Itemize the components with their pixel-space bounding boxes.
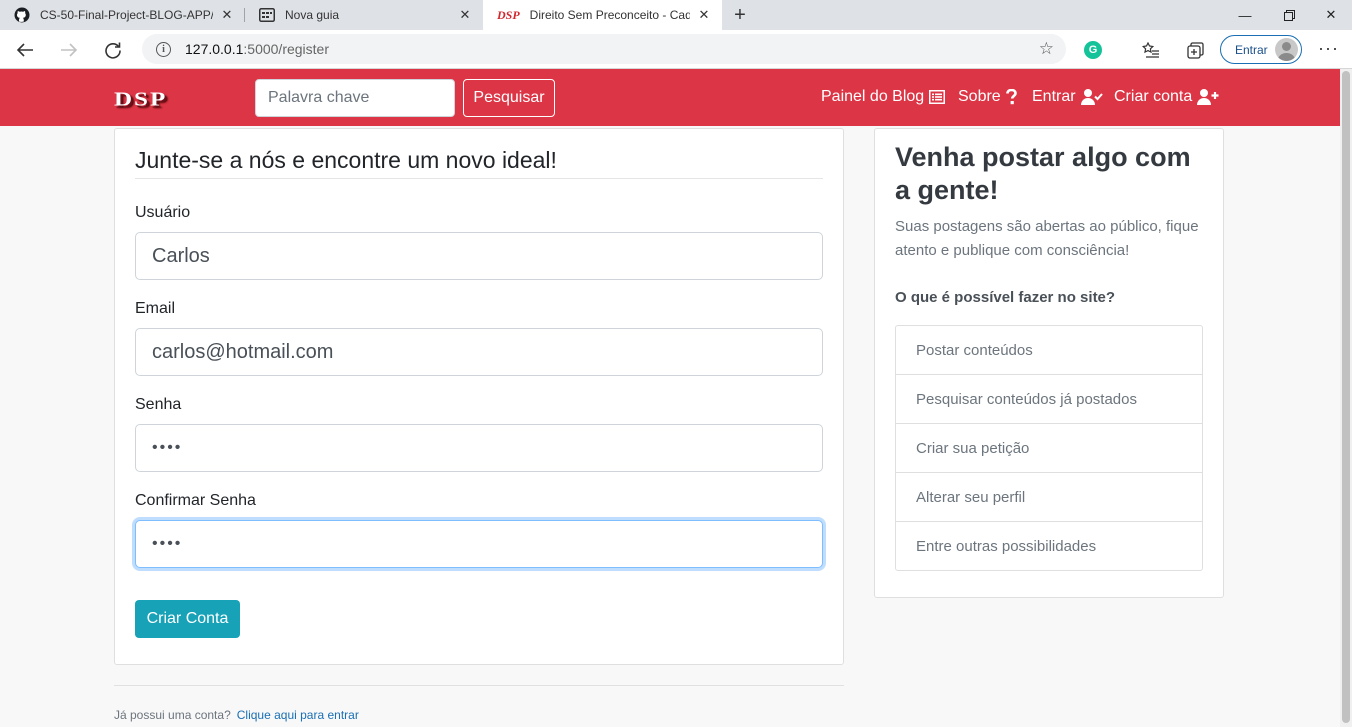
minimize-icon[interactable]: — bbox=[1222, 0, 1268, 30]
nav-blog-panel[interactable]: Painel do Blog bbox=[821, 88, 946, 106]
browser-tab[interactable]: Nova guia ✕ bbox=[245, 0, 483, 30]
favorite-star-icon[interactable]: ☆ bbox=[1039, 39, 1054, 59]
create-account-button[interactable]: Criar Conta bbox=[135, 600, 240, 638]
close-tab-icon[interactable]: ✕ bbox=[219, 7, 235, 23]
info-card: Venha postar algo com a gente! Suas post… bbox=[874, 128, 1224, 598]
list-item: Postar conteúdos bbox=[896, 326, 1202, 375]
nav-about[interactable]: Sobre bbox=[958, 88, 1017, 106]
form-legend: Junte-se a nós e encontre um novo ideal! bbox=[135, 147, 823, 179]
list-item: Alterar seu perfil bbox=[896, 473, 1202, 522]
list-item: Entre outras possibilidades bbox=[916, 537, 1097, 555]
login-link[interactable]: Clique aqui para entrar bbox=[237, 708, 359, 722]
new-tab-icon[interactable]: + bbox=[728, 3, 752, 27]
collections-icon[interactable] bbox=[1184, 39, 1206, 61]
login-prompt: Já possui uma conta? Clique aqui para ent… bbox=[114, 708, 359, 722]
search-input[interactable]: Palavra chave bbox=[255, 79, 455, 117]
user-plus-icon bbox=[1197, 89, 1219, 105]
site-navbar: DSP Palavra chave Pesquisar Painel do Bl… bbox=[0, 69, 1340, 126]
newtab-page-icon bbox=[259, 7, 275, 23]
register-form-card: Junte-se a nós e encontre um novo ideal!… bbox=[114, 128, 844, 665]
list-icon bbox=[929, 90, 946, 104]
url-host: 127.0.0.1 bbox=[185, 41, 244, 57]
favicon-text: DSP bbox=[497, 7, 520, 22]
url-path: :5000/register bbox=[243, 41, 329, 57]
search-placeholder: Palavra chave bbox=[268, 89, 370, 106]
email-field[interactable]: carlos@hotmail.com bbox=[135, 328, 823, 376]
close-window-icon[interactable]: ✕ bbox=[1310, 0, 1352, 30]
info-text: Suas postagens são abertas ao público, f… bbox=[895, 218, 1199, 259]
browser-tab-active[interactable]: DSP Direito Sem Preconceito - Cadas ✕ bbox=[483, 0, 722, 30]
search-button[interactable]: Pesquisar bbox=[463, 79, 555, 117]
dsp-favicon: DSP bbox=[497, 7, 520, 23]
forward-icon[interactable] bbox=[54, 35, 84, 65]
more-options-icon[interactable]: ··· bbox=[1318, 38, 1339, 59]
tab-title: Nova guia bbox=[285, 8, 340, 22]
confirm-password-value: •••• bbox=[152, 535, 183, 552]
back-icon[interactable] bbox=[10, 35, 40, 65]
favorites-list-icon[interactable] bbox=[1140, 39, 1162, 61]
username-value: Carlos bbox=[152, 244, 210, 267]
nav-register-label: Criar conta bbox=[1114, 88, 1193, 105]
info-question: O que é possível fazer no site? bbox=[895, 289, 1116, 306]
login-prompt-text: Já possui uma conta? bbox=[114, 708, 231, 722]
browser-tab-bar: CS-50-Final-Project-BLOG-APP/a ✕ Nova gu… bbox=[0, 0, 1352, 30]
signin-label: Entrar bbox=[1235, 42, 1268, 57]
tab-title: Direito Sem Preconceito - Cadas bbox=[529, 8, 690, 22]
avatar-icon bbox=[1275, 38, 1298, 61]
question-icon bbox=[1005, 89, 1017, 105]
close-tab-icon[interactable]: ✕ bbox=[696, 7, 712, 23]
email-value: carlos@hotmail.com bbox=[152, 340, 334, 363]
confirm-password-field[interactable]: •••• bbox=[135, 520, 823, 568]
close-tab-icon[interactable]: ✕ bbox=[457, 7, 473, 23]
password-label: Senha bbox=[135, 396, 182, 413]
site-logo[interactable]: DSP bbox=[114, 89, 167, 112]
tab-title: CS-50-Final-Project-BLOG-APP/a bbox=[40, 8, 213, 22]
profile-signin-button[interactable]: Entrar bbox=[1220, 35, 1302, 64]
site-info-icon[interactable]: i bbox=[156, 41, 171, 57]
features-list: Postar conteúdos Pesquisar conteúdos já … bbox=[895, 325, 1203, 571]
nav-blog-panel-label: Painel do Blog bbox=[821, 88, 925, 105]
address-bar[interactable]: i 127.0.0.1 :5000/register ☆ bbox=[142, 34, 1066, 64]
restore-icon[interactable] bbox=[1266, 0, 1312, 30]
password-field[interactable]: •••• bbox=[135, 424, 823, 472]
grammarly-icon[interactable]: G bbox=[1082, 39, 1104, 61]
password-value: •••• bbox=[152, 439, 183, 456]
nav-login-label: Entrar bbox=[1032, 88, 1076, 105]
browser-tab[interactable]: CS-50-Final-Project-BLOG-APP/a ✕ bbox=[0, 0, 245, 30]
page-scrollbar[interactable] bbox=[1340, 69, 1352, 727]
list-item: Criar sua petição bbox=[896, 424, 1202, 473]
nav-about-label: Sobre bbox=[958, 88, 1001, 105]
nav-login[interactable]: Entrar bbox=[1032, 88, 1103, 106]
list-item: Pesquisar conteúdos já postados bbox=[896, 375, 1202, 424]
grammarly-letter: G bbox=[1084, 41, 1102, 59]
email-label: Email bbox=[135, 300, 176, 317]
scrollbar-thumb[interactable] bbox=[1342, 71, 1350, 723]
footer-divider bbox=[114, 685, 844, 686]
browser-toolbar: i 127.0.0.1 :5000/register ☆ G Entrar ··… bbox=[0, 30, 1352, 69]
confirm-password-label: Confirmar Senha bbox=[135, 492, 256, 509]
username-field[interactable]: Carlos bbox=[135, 232, 823, 280]
github-icon bbox=[14, 7, 30, 23]
refresh-icon[interactable] bbox=[98, 35, 128, 65]
username-label: Usuário bbox=[135, 204, 191, 221]
user-check-icon bbox=[1080, 89, 1103, 105]
info-title: Venha postar algo com a gente! bbox=[895, 142, 1191, 205]
nav-register[interactable]: Criar conta bbox=[1114, 88, 1219, 106]
